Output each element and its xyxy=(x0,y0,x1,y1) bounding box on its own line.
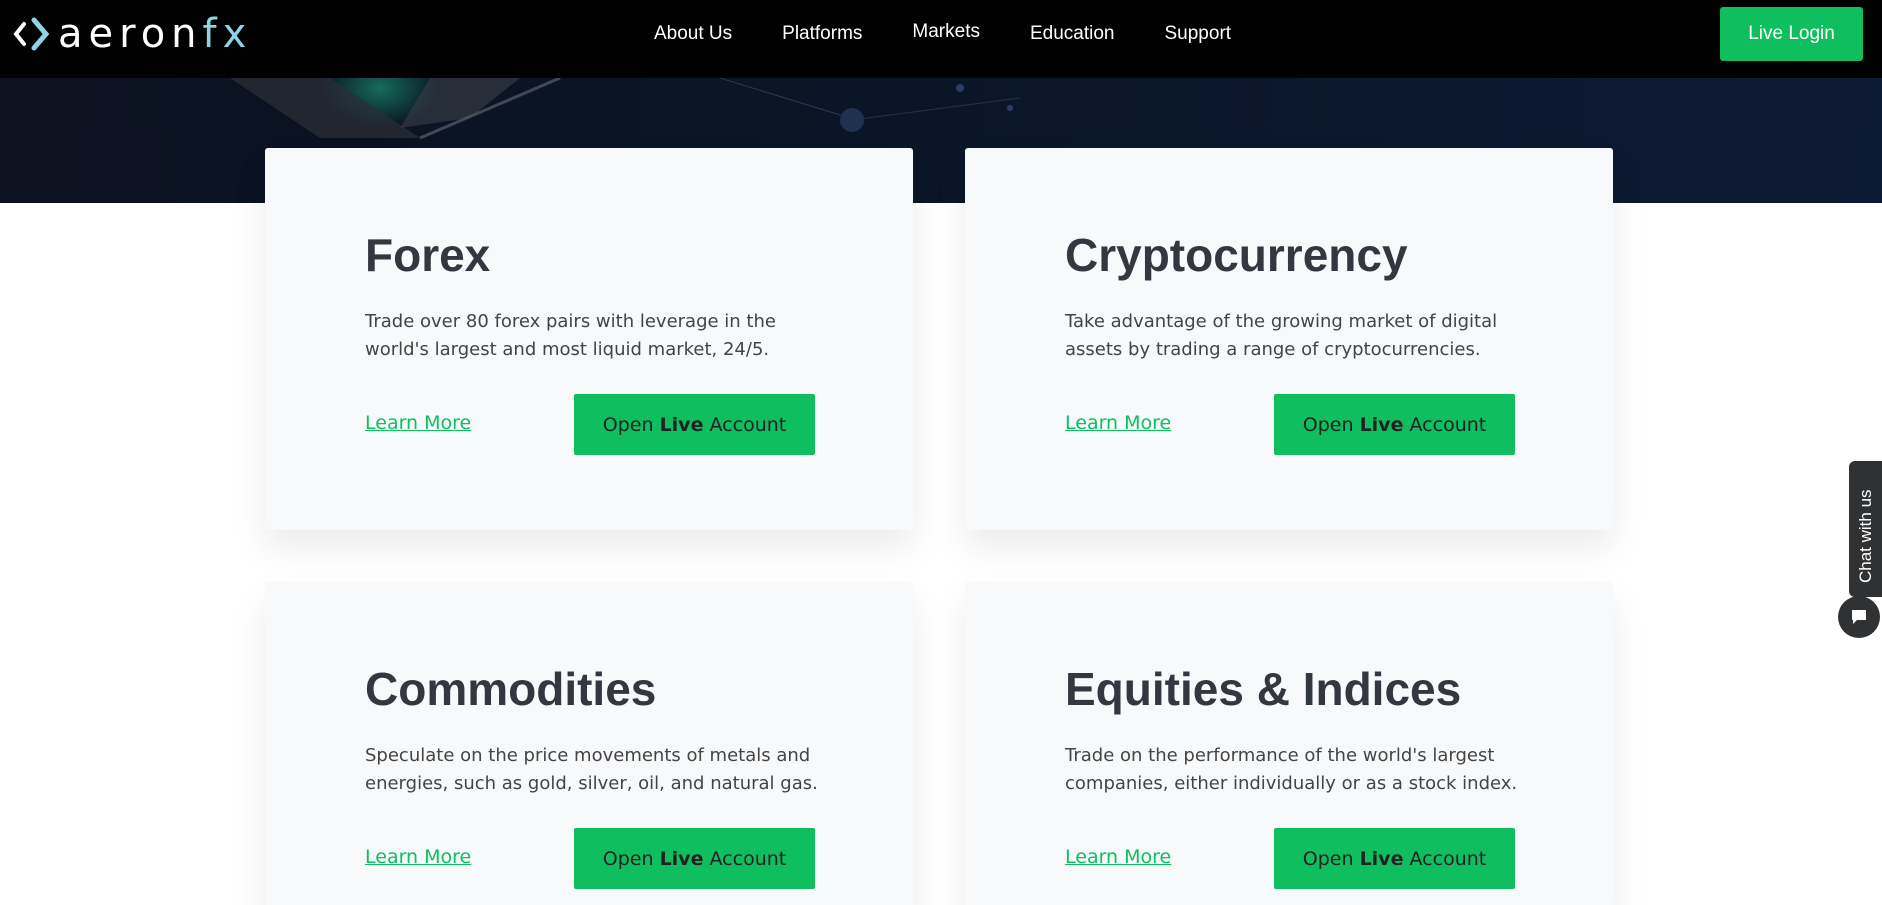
learn-more-link[interactable]: Learn More xyxy=(365,846,471,868)
live-login-button[interactable]: Live Login xyxy=(1720,7,1863,61)
nav-item-education[interactable]: Education xyxy=(1030,23,1115,45)
card-description: Trade over 80 forex pairs with leverage … xyxy=(365,311,776,360)
nav-item-about-us[interactable]: About Us xyxy=(654,23,732,45)
logo-chevrons-icon xyxy=(12,14,52,54)
chat-with-us-tab[interactable]: Chat with us xyxy=(1849,461,1882,597)
card-description: Speculate on the price movements of meta… xyxy=(365,745,818,794)
card-description: Take advantage of the growing market of … xyxy=(1065,311,1498,360)
open-live-account-button[interactable]: Open Live Account xyxy=(1274,394,1515,455)
main-nav: About Us Platforms Markets Education Sup… xyxy=(654,0,1281,68)
market-card-equities-indices: Equities & Indices Trade on the performa… xyxy=(965,582,1613,905)
market-card-forex: Forex Trade over 80 forex pairs with lev… xyxy=(265,148,913,530)
nav-item-markets[interactable]: Markets xyxy=(912,21,980,43)
market-card-commodities: Commodities Speculate on the price movem… xyxy=(265,582,913,905)
open-live-account-button[interactable]: Open Live Account xyxy=(574,394,815,455)
nav-item-platforms[interactable]: Platforms xyxy=(782,23,862,45)
chat-tab-label: Chat with us xyxy=(1856,489,1875,583)
learn-more-link[interactable]: Learn More xyxy=(365,412,471,434)
aeronfx-logo[interactable]: aeronfx xyxy=(12,14,252,54)
open-live-account-button[interactable]: Open Live Account xyxy=(1274,828,1515,889)
logo-wordmark: aeronfx xyxy=(58,11,253,57)
open-live-account-button[interactable]: Open Live Account xyxy=(574,828,815,889)
card-title: Forex xyxy=(365,229,491,281)
card-title: Cryptocurrency xyxy=(1065,229,1408,281)
nav-item-support[interactable]: Support xyxy=(1165,23,1232,45)
card-title: Commodities xyxy=(365,663,657,715)
market-card-cryptocurrency: Cryptocurrency Take advantage of the gro… xyxy=(965,148,1613,530)
learn-more-link[interactable]: Learn More xyxy=(1065,846,1171,868)
learn-more-link[interactable]: Learn More xyxy=(1065,412,1171,434)
top-navigation-bar: aeronfx About Us Platforms Markets Educa… xyxy=(0,0,1882,78)
chat-bubble-icon[interactable] xyxy=(1838,596,1880,638)
card-title: Equities & Indices xyxy=(1065,663,1462,715)
card-description: Trade on the performance of the world's … xyxy=(1065,745,1518,794)
